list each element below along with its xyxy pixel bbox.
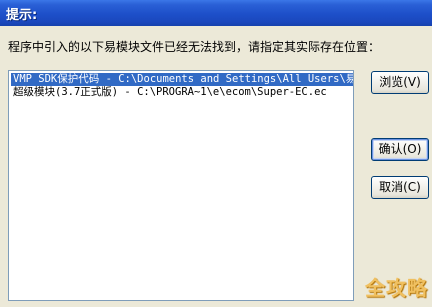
prompt-message: 程序中引入的以下易模块文件已经无法找到，请指定其实际存在位置：	[8, 40, 381, 54]
list-item[interactable]: 超级模块(3.7正式版) - C:\PROGRA~1\e\ecom\Super-…	[11, 86, 327, 99]
watermark-logo: 全攻略	[365, 276, 428, 300]
title-bar[interactable]: 提示:	[0, 0, 432, 26]
list-item[interactable]: VMP SDK保护代码 - C:\Documents and Settings\…	[11, 73, 353, 86]
browse-button[interactable]: 浏览(V)	[371, 71, 429, 94]
confirm-button[interactable]: 确认(O)	[371, 138, 429, 161]
cancel-button[interactable]: 取消(C)	[371, 176, 429, 199]
missing-modules-list[interactable]: VMP SDK保护代码 - C:\Documents and Settings\…	[8, 70, 354, 301]
window-title: 提示:	[6, 8, 38, 23]
